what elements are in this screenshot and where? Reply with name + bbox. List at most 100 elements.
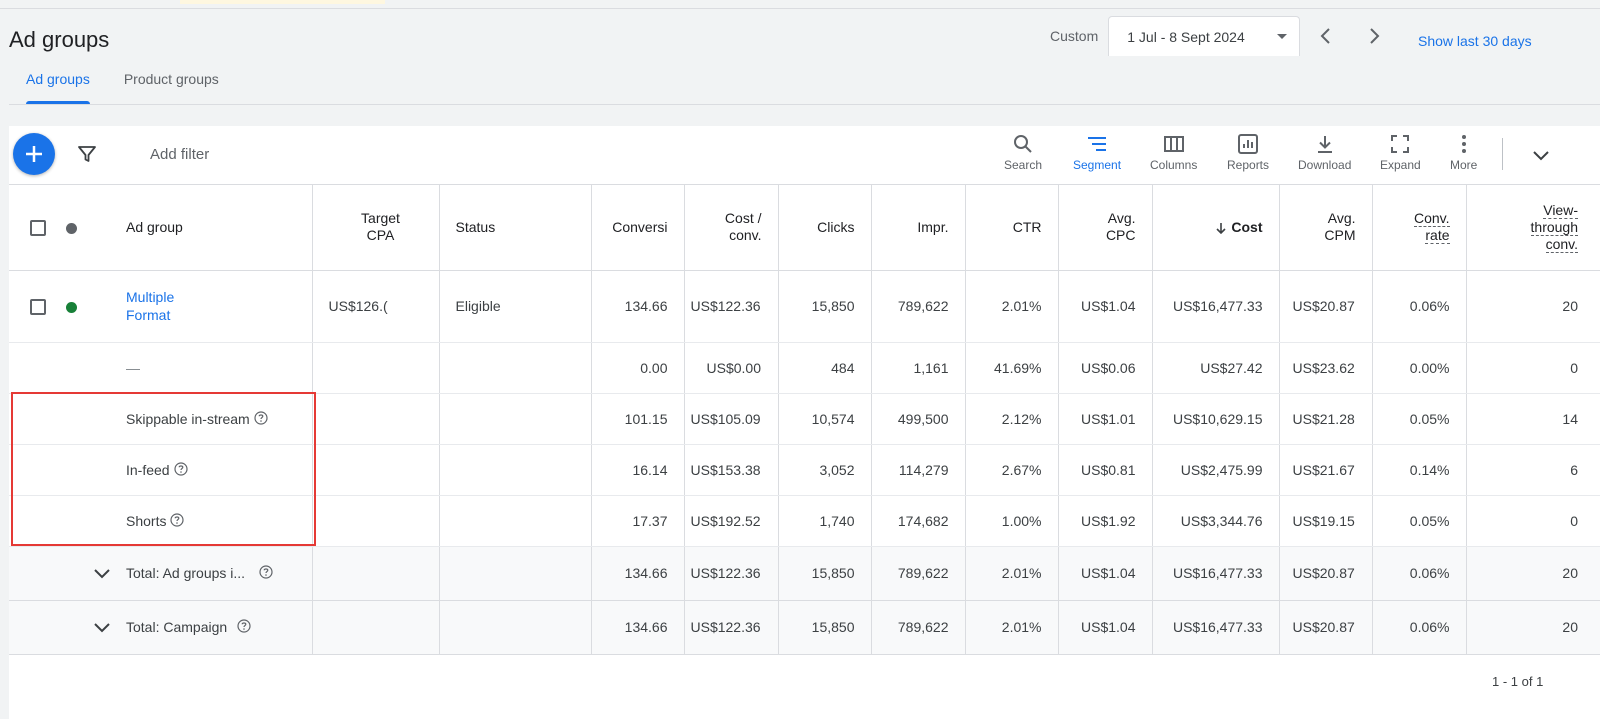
more-vert-icon	[1461, 135, 1466, 153]
tab-ad-groups[interactable]: Ad groups	[9, 70, 107, 104]
cost-cell: US$10,629.15	[1151, 393, 1279, 445]
help-icon[interactable]	[259, 565, 273, 579]
previous-period-button[interactable]	[1300, 16, 1350, 56]
avg-cpm-cell: US$19.15	[1278, 495, 1372, 547]
avg-cpc-cell: US$0.81	[1057, 444, 1152, 496]
cost-per-conv-cell: US$122.36	[683, 546, 778, 601]
custom-label: Custom	[1050, 28, 1099, 44]
select-all-checkbox[interactable]	[29, 219, 46, 236]
clicks-cell: 1,740	[777, 495, 871, 547]
avg-cpm-cell: US$23.62	[1278, 342, 1372, 394]
header-status[interactable]: Status	[438, 185, 591, 271]
clicks-cell: 15,850	[777, 600, 871, 655]
conversions-cell: 134.66	[590, 270, 684, 343]
more-button[interactable]: More	[1450, 134, 1477, 178]
empty-cell	[66, 444, 108, 496]
chevron-down-icon[interactable]	[92, 621, 112, 635]
status-dot-icon	[66, 222, 77, 234]
download-button[interactable]: Download	[1298, 134, 1351, 178]
total-label-cell: Total: Ad groups i...	[66, 546, 312, 601]
columns-label: Columns	[1150, 158, 1198, 172]
segment-button[interactable]: Segment	[1073, 134, 1121, 178]
header-clicks[interactable]: Clicks	[777, 185, 871, 271]
empty-cell	[438, 495, 591, 547]
filter-button[interactable]	[77, 144, 97, 169]
help-icon[interactable]	[170, 513, 185, 527]
empty-cell	[311, 393, 439, 445]
ctr-cell: 2.01%	[964, 270, 1058, 343]
header-conversions[interactable]: Conversi	[590, 185, 684, 271]
cost-per-conv-cell: US$0.00	[683, 342, 778, 394]
empty-cell	[311, 495, 439, 547]
header-cost[interactable]: Cost	[1151, 185, 1279, 271]
header-avg-cpm[interactable]: Avg. CPM	[1278, 185, 1372, 271]
tab-product-groups[interactable]: Product groups	[107, 70, 236, 104]
conv-rate-cell: 0.05%	[1371, 495, 1466, 547]
help-icon[interactable]	[254, 411, 268, 425]
chevron-down-icon	[1533, 151, 1549, 161]
header-cost-per-conv[interactable]: Cost / conv.	[683, 185, 778, 271]
header-conv-rate[interactable]: Conv. rate	[1371, 185, 1466, 271]
avg-cpc-cell: US$1.92	[1057, 495, 1152, 547]
reports-button[interactable]: Reports	[1227, 134, 1269, 178]
ad-group-name-link[interactable]: Multiple Format	[108, 270, 312, 343]
segment-label: Skippable in-stream	[126, 410, 250, 427]
date-range-value: 1 Jul - 8 Sept 2024	[1127, 28, 1245, 45]
header-view-conv-line2: through	[1530, 218, 1578, 236]
empty-cell	[66, 393, 108, 445]
segment-row: In-feed 16.14 US$153.38 3,052 114,279 2.…	[9, 444, 1600, 496]
chevron-down-icon[interactable]	[92, 567, 112, 581]
impressions-cell: 789,622	[870, 546, 965, 601]
ctr-cell: 1.00%	[964, 495, 1058, 547]
avg-cpc-cell: US$1.04	[1057, 546, 1152, 601]
help-icon[interactable]	[237, 619, 251, 633]
help-icon[interactable]	[173, 462, 188, 476]
header-view-through-conv[interactable]: View-through conv.	[1465, 185, 1600, 271]
avg-cpm-cell: US$21.28	[1278, 393, 1372, 445]
search-button[interactable]: Search	[1004, 134, 1042, 178]
target-cpa-cell[interactable]: US$126.(	[311, 270, 439, 343]
impressions-cell: 174,682	[870, 495, 965, 547]
cost-cell: US$16,477.33	[1151, 600, 1279, 655]
header-cost-per-conv-line1: Cost /	[724, 210, 762, 227]
empty-cell	[311, 342, 439, 394]
row-checkbox[interactable]	[29, 298, 46, 315]
view-through-conv-cell: 14	[1465, 393, 1600, 445]
header-view-conv-line1: View-	[1543, 201, 1578, 219]
ctr-cell: 41.69%	[964, 342, 1058, 394]
header-avg-cpc-line2: CPC	[1105, 227, 1136, 244]
header-avg-cpc[interactable]: Avg. CPC	[1057, 185, 1152, 271]
ctr-cell: 2.12%	[964, 393, 1058, 445]
download-icon	[1317, 136, 1332, 153]
columns-button[interactable]: Columns	[1150, 134, 1197, 178]
header-impressions[interactable]: Impr.	[870, 185, 965, 271]
expand-button[interactable]: Expand	[1380, 134, 1421, 178]
header-ad-group[interactable]: Ad group	[108, 185, 312, 271]
header-avg-cpm-line2: CPM	[1324, 227, 1356, 244]
next-period-button[interactable]	[1350, 16, 1400, 56]
cost-cell: US$16,477.33	[1151, 546, 1279, 601]
conv-rate-cell: 0.14%	[1371, 444, 1466, 496]
view-through-conv-cell: 20	[1465, 546, 1600, 601]
plus-icon	[26, 146, 42, 162]
avg-cpc-cell: US$1.01	[1057, 393, 1152, 445]
date-range-picker[interactable]: 1 Jul - 8 Sept 2024	[1108, 16, 1301, 56]
collapse-toolbar-button[interactable]	[1529, 146, 1553, 171]
download-label: Download	[1298, 158, 1352, 172]
header-avg-cpc-line1: Avg.	[1107, 210, 1136, 227]
add-filter-button[interactable]: Add filter	[150, 146, 209, 163]
header-ctr[interactable]: CTR	[964, 185, 1058, 271]
header-avg-cpm-line1: Avg.	[1327, 210, 1356, 227]
segment-icon	[1088, 137, 1107, 151]
table-toolbar: Add filter Search Segment Columns Report…	[9, 126, 1600, 185]
empty-cell	[9, 393, 66, 445]
show-last-30-days-link[interactable]: Show last 30 days	[1418, 33, 1532, 49]
ad-groups-table: Ad group Target CPA Status Conversi Cost …	[9, 185, 1600, 655]
segment-row: Skippable in-stream 101.15 US$105.09 10,…	[9, 393, 1600, 445]
chevron-right-icon	[1370, 28, 1380, 44]
cost-cell: US$3,344.76	[1151, 495, 1279, 547]
clicks-cell: 10,574	[777, 393, 871, 445]
add-button[interactable]	[13, 133, 55, 175]
header-target-cpa[interactable]: Target CPA	[311, 185, 439, 271]
view-through-conv-cell: 6	[1465, 444, 1600, 496]
